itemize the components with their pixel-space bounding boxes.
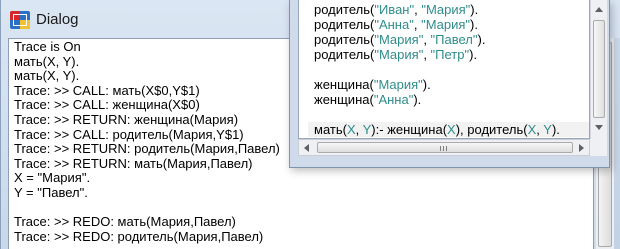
dialog-output-line: мать(X, Y). xyxy=(14,53,80,69)
editor-text-area[interactable]: родитель("Иван", "Мария"). родитель("Анна… xyxy=(298,0,590,139)
code-line: родитель("Мария", "Павел"). xyxy=(314,32,486,47)
dialog-output-line: Trace is On xyxy=(14,39,81,54)
dialog-output-text: Trace is On мать(X, Y). мать(X, Y). Trace: … xyxy=(14,39,280,244)
code-line: родитель("Мария", "Петр"). xyxy=(314,47,478,62)
dialog-frame-edge xyxy=(614,38,620,249)
dialog-output-line: Trace: >> RETURN: мать(Мария,Павел) xyxy=(14,155,253,171)
editor-horizontal-scrollbar[interactable] xyxy=(298,139,590,156)
editor-code: родитель("Иван", "Мария"). родитель("Анна… xyxy=(308,2,589,137)
editor-window: родитель("Иван", "Мария"). родитель("Анна… xyxy=(289,0,610,168)
string-literal: "Мария" xyxy=(421,17,471,32)
predicate-name: родитель xyxy=(314,17,370,32)
string-literal: "Иван" xyxy=(374,2,415,17)
predicate-name: женщина xyxy=(387,122,443,137)
string-literal: "Анна" xyxy=(374,17,414,32)
dialog-output-line: Trace: >> CALL: мать(X$0,Y$1) xyxy=(14,82,200,98)
dialog-output-line: мать(X, Y). xyxy=(14,68,80,84)
string-literal: "Павел" xyxy=(430,32,478,47)
scroll-left-arrow-icon[interactable] xyxy=(304,144,309,152)
dialog-output-line: Trace: >> RETURN: женщина(Мария) xyxy=(14,111,239,127)
predicate-name: мать xyxy=(314,122,343,137)
variable: X xyxy=(447,122,456,137)
scroll-right-arrow-icon[interactable] xyxy=(579,144,584,152)
scroll-down-arrow-icon[interactable] xyxy=(595,125,603,130)
editor-hscroll-thumb[interactable] xyxy=(317,142,573,153)
scroll-up-arrow-icon[interactable] xyxy=(595,7,603,12)
code-line-rule: мать(X, Y):- женщина(X), родитель(X, Y). xyxy=(308,122,589,137)
app-icon xyxy=(10,11,30,29)
predicate-name: женщина xyxy=(314,92,370,107)
dialog-output-line: Trace: >> CALL: женщина(X$0) xyxy=(14,97,200,113)
predicate-name: родитель xyxy=(467,122,524,137)
rule-neck: :- xyxy=(375,122,388,137)
code-line: женщина("Мария"). xyxy=(314,77,431,92)
code-line: женщина("Анна"). xyxy=(314,92,422,107)
dialog-output-line: Trace: >> CALL: родитель(Мария,Y$1) xyxy=(14,126,244,142)
variable: X xyxy=(527,122,537,137)
dialog-output-line: Y = "Павел". xyxy=(14,184,88,200)
editor-vertical-scrollbar[interactable] xyxy=(590,0,607,139)
editor-vscroll-thumb[interactable] xyxy=(593,20,605,118)
predicate-name: родитель xyxy=(314,47,370,62)
string-literal: "Анна" xyxy=(373,92,414,107)
string-literal: "Мария" xyxy=(373,77,423,92)
predicate-name: родитель xyxy=(314,32,370,47)
dialog-output-line: Trace: >> REDO: мать(Мария,Павел) xyxy=(14,214,236,230)
string-literal: "Петр" xyxy=(430,47,470,62)
string-literal: "Мария" xyxy=(374,47,424,62)
variable: Y xyxy=(362,122,372,137)
code-line: родитель("Анна", "Мария"). xyxy=(314,17,478,32)
variable: Y xyxy=(543,122,552,137)
dialog-output-line xyxy=(14,201,280,216)
dialog-title: Dialog xyxy=(36,11,79,28)
dialog-output-line: X = "Мария". xyxy=(14,170,91,186)
string-literal: "Мария" xyxy=(374,32,424,47)
scrollbar-corner xyxy=(590,139,607,156)
predicate-name: женщина xyxy=(314,77,370,92)
predicate-name: родитель xyxy=(314,2,370,17)
dialog-output-line: Trace: >> REDO: родитель(Мария,Павел) xyxy=(14,228,264,244)
code-line: родитель("Иван", "Мария"). xyxy=(314,2,479,17)
dialog-output-line: Trace: >> RETURN: родитель(Мария,Павел) xyxy=(14,141,280,157)
variable: X xyxy=(346,122,356,137)
string-literal: "Мария" xyxy=(421,2,471,17)
